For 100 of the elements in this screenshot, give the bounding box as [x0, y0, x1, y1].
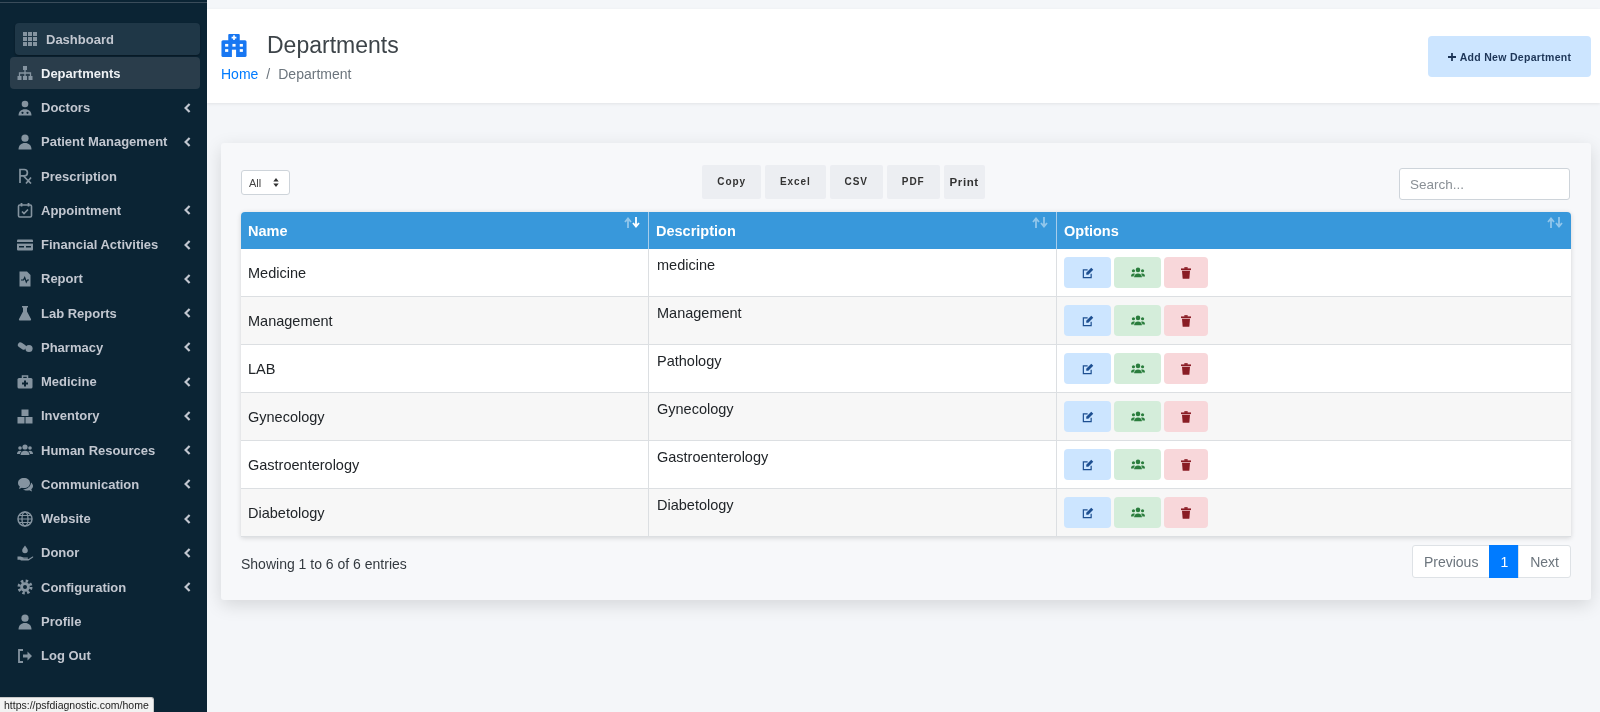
prescription-icon	[16, 168, 34, 185]
boxes-icon	[16, 407, 34, 424]
settings-icon	[16, 579, 34, 596]
edit-icon	[1081, 266, 1094, 279]
sidebar-item[interactable]: Patient Management	[10, 125, 200, 158]
globe-icon	[16, 510, 34, 527]
export-button[interactable]: Print	[943, 164, 985, 199]
up-down-caret-icon	[273, 178, 279, 187]
trash-icon	[1181, 458, 1191, 471]
sidebar-item[interactable]: Prescription	[10, 160, 200, 193]
hospital-icon	[221, 33, 247, 57]
sidebar-item[interactable]: Inventory	[10, 399, 200, 432]
edit-icon	[1081, 458, 1094, 471]
table-cell: Gynecology	[649, 393, 1057, 441]
edit-button[interactable]	[1064, 401, 1111, 432]
sidebar-item[interactable]: Communication	[10, 468, 200, 501]
sidebar-item[interactable]: Financial Activities	[10, 228, 200, 261]
members-button[interactable]	[1114, 449, 1161, 480]
delete-button[interactable]	[1164, 257, 1208, 288]
user-icon	[16, 613, 34, 630]
table-cell: Management	[241, 297, 649, 345]
sidebar-item[interactable]: Configuration	[10, 571, 200, 604]
edit-button[interactable]	[1064, 353, 1111, 384]
sidebar-item[interactable]: Lab Reports	[10, 297, 200, 330]
medical-kit-icon	[16, 373, 34, 390]
users-icon	[1130, 507, 1145, 518]
delete-button[interactable]	[1164, 449, 1208, 480]
members-button[interactable]	[1114, 305, 1161, 336]
user-icon	[16, 133, 34, 150]
sidebar-item[interactable]: Pharmacy	[10, 331, 200, 364]
sidebar-item[interactable]: Dashboard	[15, 23, 200, 55]
delete-button[interactable]	[1164, 401, 1208, 432]
chat-bubbles-icon	[16, 476, 34, 493]
table-cell: Gastroenterology	[649, 441, 1057, 489]
table-cell: Diabetology	[241, 489, 649, 537]
page-length-select[interactable]: All	[241, 170, 290, 195]
trash-icon	[1181, 362, 1191, 375]
sidebar-item[interactable]: Donor	[10, 537, 200, 569]
calendar-icon	[16, 202, 34, 219]
trash-icon	[1181, 410, 1191, 423]
table-cell: Gynecology	[241, 393, 649, 441]
trash-icon	[1181, 314, 1191, 327]
members-button[interactable]	[1114, 497, 1161, 528]
edit-button[interactable]	[1064, 257, 1111, 288]
delete-button[interactable]	[1164, 305, 1208, 336]
export-button[interactable]: PDF	[886, 164, 940, 199]
sidebar-item[interactable]: Doctors	[10, 91, 200, 124]
flask-icon	[16, 305, 34, 322]
page-number-button[interactable]: 1	[1489, 545, 1520, 578]
doctor-icon	[16, 99, 34, 116]
delete-button[interactable]	[1164, 497, 1208, 528]
sidebar-item[interactable]: Departments	[10, 57, 200, 90]
breadcrumb-current: Department	[278, 65, 352, 83]
users-icon	[1130, 315, 1145, 326]
page-title: Departments	[267, 32, 399, 58]
sitemap-icon	[16, 65, 34, 82]
users-icon	[1130, 363, 1145, 374]
sidebar-item[interactable]: Human Resources	[10, 434, 200, 467]
members-button[interactable]	[1114, 401, 1161, 432]
sidebar-item[interactable]: Profile	[10, 605, 200, 638]
export-button[interactable]: CSV	[829, 164, 883, 199]
users-icon	[1130, 411, 1145, 422]
edit-button[interactable]	[1064, 497, 1111, 528]
sidebar-item[interactable]: Log Out	[10, 639, 200, 672]
edit-icon	[1081, 314, 1094, 327]
members-button[interactable]	[1114, 257, 1161, 288]
logout-icon	[16, 647, 34, 664]
table-cell: Medicine	[241, 249, 649, 297]
search-field[interactable]: Search...	[1399, 168, 1570, 200]
table-cell: medicine	[649, 249, 1057, 297]
trash-icon	[1181, 506, 1191, 519]
table-cell: Diabetology	[649, 489, 1057, 537]
status-url-tooltip: https://psfdiagnostic.com/home	[0, 697, 154, 712]
edit-icon	[1081, 506, 1094, 519]
breadcrumb-link[interactable]: Home	[221, 65, 259, 83]
grid-icon	[21, 31, 39, 47]
export-button[interactable]: Excel	[764, 164, 826, 199]
edit-icon	[1081, 410, 1094, 423]
edit-icon	[1081, 362, 1094, 375]
sidebar-item[interactable]: Appointment	[10, 194, 200, 227]
trash-icon	[1181, 266, 1191, 279]
table-cell: LAB	[241, 345, 649, 393]
export-button[interactable]: Copy	[702, 164, 761, 199]
hand-drop-icon	[16, 545, 34, 561]
table-cell: Pathology	[649, 345, 1057, 393]
sidebar-item[interactable]: Report	[10, 262, 200, 295]
users-icon	[1130, 459, 1145, 470]
users-icon	[1130, 267, 1145, 278]
table-cell: Management	[649, 297, 1057, 345]
entries-info: Showing 1 to 6 of 6 entries	[241, 554, 407, 572]
breadcrumb-separator: /	[265, 65, 272, 83]
add-department-button[interactable]: Add New Department	[1428, 36, 1591, 77]
edit-button[interactable]	[1064, 449, 1111, 480]
edit-button[interactable]	[1064, 305, 1111, 336]
table-cell: Gastroenterology	[241, 441, 649, 489]
delete-button[interactable]	[1164, 353, 1208, 384]
plus-icon	[1447, 52, 1456, 61]
sidebar-item[interactable]: Website	[10, 502, 200, 535]
sidebar-item[interactable]: Medicine	[10, 365, 200, 398]
members-button[interactable]	[1114, 353, 1161, 384]
